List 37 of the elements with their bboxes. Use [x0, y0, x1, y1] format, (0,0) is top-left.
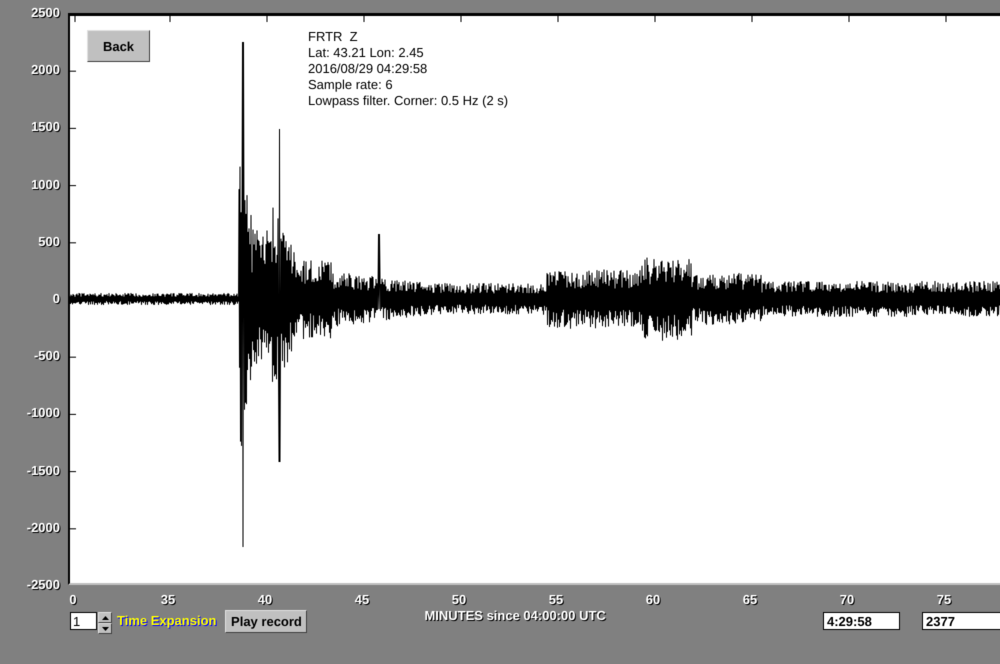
- play-record-button[interactable]: Play record: [225, 610, 308, 633]
- x-axis-label: 45: [354, 592, 370, 607]
- station-info-text: 2016/08/29 04:29:58: [308, 61, 428, 77]
- back-button[interactable]: Back: [87, 30, 150, 62]
- down-arrow-icon: [102, 626, 108, 630]
- time-expansion-label: Time Expansion: [117, 613, 216, 628]
- y-axis-label: 2000: [31, 63, 60, 78]
- spin-down-button[interactable]: [98, 623, 112, 634]
- x-axis-label: 35: [160, 592, 176, 607]
- station-info-text: Lat: 43.21 Lon: 2.45: [308, 45, 425, 61]
- x-axis-label: 70: [840, 592, 854, 607]
- y-axis-label: 2500: [31, 6, 60, 20]
- x-axis-label: 40: [258, 592, 272, 607]
- y-axis-label: -2000: [26, 520, 60, 535]
- y-axis-label: 500: [38, 234, 60, 249]
- x-axis-label: 0: [69, 592, 77, 607]
- time-expansion-input[interactable]: 1: [70, 612, 97, 630]
- x-axis-label: 55: [548, 592, 564, 607]
- y-axis-label: -2500: [26, 578, 60, 592]
- value-field[interactable]: 2377: [922, 612, 1000, 630]
- y-axis-label: -1500: [26, 464, 60, 478]
- x-axis-label: 75: [936, 592, 952, 607]
- x-axis-label: 65: [742, 592, 758, 607]
- spin-up-button[interactable]: [98, 612, 112, 623]
- up-arrow-icon: [102, 616, 108, 620]
- y-axis-label: -500: [34, 349, 60, 364]
- y-axis-label: -1000: [26, 406, 60, 420]
- y-axis-label: 0: [52, 292, 60, 306]
- y-axis-label: 1500: [31, 120, 60, 134]
- x-axis-label: 50: [452, 592, 466, 607]
- x-axis-label: 60: [646, 592, 660, 607]
- station-info-text: FRTR Z: [308, 29, 359, 45]
- y-axis-label: 1000: [31, 178, 60, 192]
- x-axis-title: MINUTES since 04:00:00 UTC: [424, 608, 606, 623]
- time-field[interactable]: 4:29:58: [823, 612, 900, 630]
- station-info-text: Lowpass filter. Corner: 0.5 Hz (2 s): [308, 93, 508, 109]
- station-info-text: Sample rate: 6: [308, 77, 394, 93]
